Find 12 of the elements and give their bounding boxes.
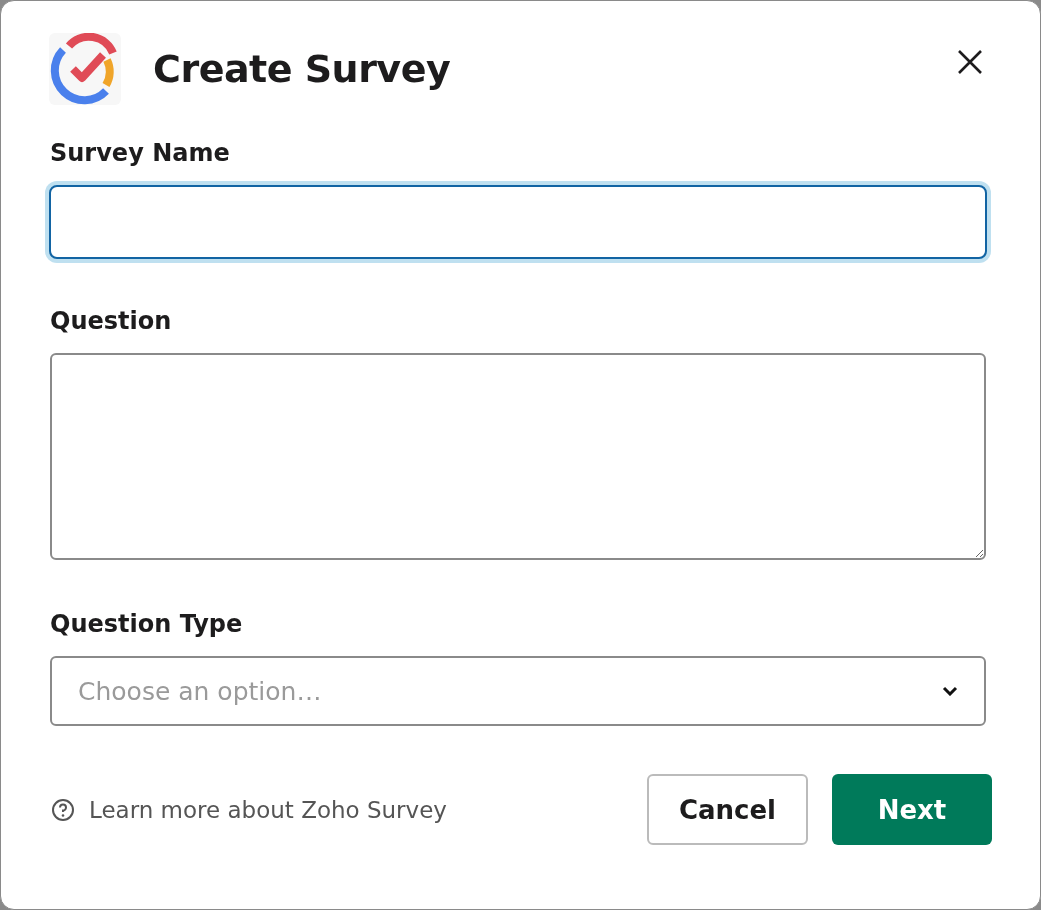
dialog-title: Create Survey [153, 47, 452, 91]
field-label: Question Type [50, 610, 244, 638]
text-field[interactable] [49, 185, 987, 259]
text-area[interactable] [50, 353, 986, 560]
cancel-button[interactable]: Cancel [646, 774, 808, 845]
help-link[interactable]: Learn more about Zoho Survey [51, 796, 623, 823]
field-label: Question [50, 307, 173, 335]
chevron-down-icon [942, 686, 958, 696]
app-logo-icon [49, 33, 121, 105]
next-button[interactable]: Next [832, 774, 992, 845]
field-label: Survey Name [50, 139, 231, 167]
help-icon [51, 797, 75, 822]
